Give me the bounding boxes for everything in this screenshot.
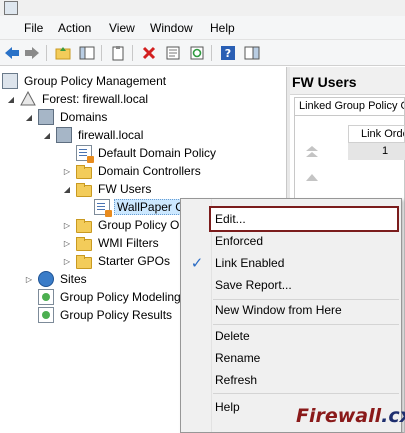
menu-bar: File Action View Window Help <box>0 16 405 40</box>
delete-icon[interactable] <box>140 44 158 62</box>
menu-action[interactable]: Action <box>58 21 91 35</box>
expanded-arrow-icon[interactable]: ◢ <box>24 112 34 122</box>
ou-folder-icon <box>76 183 92 197</box>
menu-help[interactable]: Help <box>210 21 235 35</box>
column-header-link-order[interactable]: Link Orde <box>348 125 405 143</box>
ou-folder-icon <box>76 165 92 179</box>
show-hide-tree-icon[interactable] <box>78 44 96 62</box>
gpo-folder-icon <box>76 219 92 233</box>
starter-folder-icon <box>76 255 92 269</box>
svg-text:?: ? <box>225 47 231 60</box>
tree-node-sites[interactable]: ▷ Sites <box>24 270 89 288</box>
tree-node-results[interactable]: Group Policy Results <box>38 306 174 324</box>
expanded-arrow-icon[interactable]: ◢ <box>62 184 72 194</box>
refresh-icon[interactable] <box>188 44 206 62</box>
menu-window[interactable]: Window <box>150 21 193 35</box>
collapsed-arrow-icon[interactable]: ▷ <box>62 256 72 266</box>
forward-arrow-icon[interactable] <box>23 44 41 62</box>
help-icon[interactable]: ? <box>219 44 237 62</box>
gpo-link-icon <box>76 145 94 163</box>
clipboard-icon[interactable] <box>109 44 127 62</box>
results-pane-title: FW Users <box>292 74 357 90</box>
menu-item-refresh[interactable]: Refresh <box>181 369 401 391</box>
tree-node-root[interactable]: Group Policy Management <box>2 72 168 90</box>
toolbar: ? <box>0 40 405 66</box>
tree-node-group-policy-objects[interactable]: ▷ Group Policy O <box>62 216 181 234</box>
tree-node-default-domain-policy[interactable]: Default Domain Policy <box>76 144 218 163</box>
tree-node-domain[interactable]: ◢ firewall.local <box>42 126 145 144</box>
back-arrow-icon[interactable] <box>3 44 21 62</box>
menu-file[interactable]: File <box>24 21 43 35</box>
menu-view[interactable]: View <box>109 21 135 35</box>
move-top-icon[interactable] <box>304 145 320 157</box>
tab-linked-gpo[interactable]: Linked Group Policy O <box>294 97 405 115</box>
move-up-icon[interactable] <box>304 171 320 183</box>
domains-icon <box>38 109 54 125</box>
domain-icon <box>56 127 72 143</box>
tree-node-fw-users[interactable]: ◢ FW Users <box>62 180 153 198</box>
tree-node-modeling[interactable]: Group Policy Modeling <box>38 288 183 306</box>
tree-node-starter-gpos[interactable]: ▷ Starter GPOs <box>62 252 172 270</box>
collapsed-arrow-icon[interactable]: ▷ <box>62 220 72 230</box>
menu-item-delete[interactable]: Delete <box>181 325 401 347</box>
tree-node-forest[interactable]: ◢ Forest: firewall.local <box>6 90 150 108</box>
menu-item-edit[interactable]: Edit... <box>209 206 399 232</box>
tree-node-domain-controllers[interactable]: ▷ Domain Controllers <box>62 162 203 180</box>
results-icon <box>38 307 54 323</box>
expanded-arrow-icon[interactable]: ◢ <box>42 130 52 140</box>
wmi-folder-icon <box>76 237 92 251</box>
menu-item-rename[interactable]: Rename <box>181 347 401 369</box>
menu-item-link-enabled[interactable]: ✓ Link Enabled <box>181 252 401 274</box>
results-pane-header: FW Users <box>290 67 405 95</box>
collapsed-arrow-icon[interactable]: ▷ <box>62 238 72 248</box>
menu-item-new-window[interactable]: New Window from Here <box>181 299 401 321</box>
menu-item-save-report[interactable]: Save Report... <box>181 274 401 296</box>
link-order-cell[interactable]: 1 <box>348 143 405 160</box>
sites-globe-icon <box>38 271 54 287</box>
title-bar <box>0 0 405 16</box>
expanded-arrow-icon[interactable]: ◢ <box>6 94 16 104</box>
collapsed-arrow-icon[interactable]: ▷ <box>62 166 72 176</box>
up-folder-icon[interactable] <box>54 44 72 62</box>
gpo-link-icon <box>94 199 112 217</box>
context-menu: Edit... Enforced ✓ Link Enabled Save Rep… <box>180 198 402 433</box>
collapsed-arrow-icon[interactable]: ▷ <box>24 274 34 284</box>
console-pane-icon[interactable] <box>243 44 261 62</box>
tree-node-wmi-filters[interactable]: ▷ WMI Filters <box>62 234 161 252</box>
modeling-icon <box>38 289 54 305</box>
menu-separator <box>213 393 399 394</box>
app-icon <box>4 1 18 15</box>
tree-node-domains[interactable]: ◢ Domains <box>24 108 109 126</box>
menu-item-enforced[interactable]: Enforced <box>181 230 401 252</box>
checkmark-icon: ✓ <box>190 255 204 272</box>
group-policy-management-icon <box>2 73 18 89</box>
properties-icon[interactable] <box>164 44 182 62</box>
forest-icon <box>20 90 36 107</box>
firewall-cx-watermark: Firewall.cx <box>296 405 405 427</box>
